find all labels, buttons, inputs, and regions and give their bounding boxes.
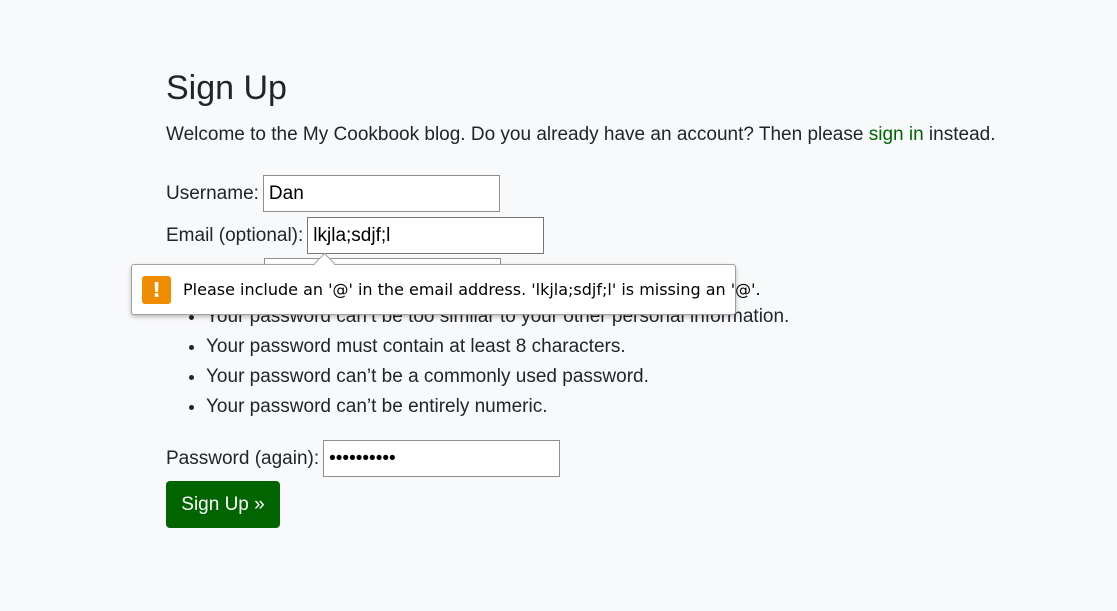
username-row: Username: [166,175,500,212]
intro-text-before: Welcome to the My Cookbook blog. Do you … [166,124,869,145]
intro-text: Welcome to the My Cookbook blog. Do you … [166,123,995,147]
validation-tooltip: ! Please include an '@' in the email add… [131,264,761,315]
password-rules-list: Your password can’t be too similar to yo… [166,302,789,422]
username-label: Username: [166,182,259,204]
username-input[interactable] [262,175,500,212]
email-input[interactable] [307,217,545,254]
email-row: Email (optional): [166,217,545,254]
password-again-input[interactable] [323,440,561,477]
password-again-label: Password (again): [166,447,320,469]
sign-in-link[interactable]: sign in [869,124,924,145]
password-rule: Your password must contain at least 8 ch… [206,332,789,362]
sign-up-button[interactable]: Sign Up » [166,481,280,528]
password-rule: Your password can’t be entirely numeric. [206,392,789,422]
page-title: Sign Up [166,69,287,107]
intro-text-after: instead. [923,124,996,145]
validation-message: Please include an '@' in the email addre… [183,280,761,299]
password-rule: Your password can’t be a commonly used p… [206,362,789,392]
email-label: Email (optional): [166,224,304,246]
warning-icon: ! [142,275,171,304]
password-again-row: Password (again): [166,440,561,477]
